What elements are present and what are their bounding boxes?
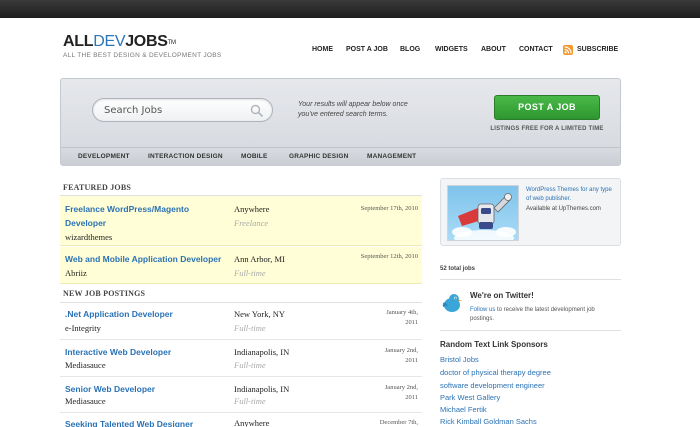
job-location: Anywhere (234, 204, 270, 214)
job-title-link[interactable]: Freelance WordPress/Magento Developer (65, 202, 230, 230)
nav-home[interactable]: HOME (312, 45, 333, 55)
divider (440, 330, 621, 331)
category-bar: DEVELOPMENT INTERACTION DESIGN MOBILE GR… (61, 147, 620, 166)
nav-subscribe[interactable]: SUBSCRIBE (577, 45, 618, 55)
ad-subtext: Available at UpThemes.com (526, 206, 601, 212)
job-title-link[interactable]: Interactive Web Developer (65, 345, 230, 359)
job-company: wizardthemes (65, 232, 113, 242)
job-type: Full-time (234, 323, 266, 333)
nav-blog[interactable]: BLOG (400, 45, 420, 55)
search-icon[interactable] (250, 104, 264, 118)
category-interaction-design[interactable]: INTERACTION DESIGN (148, 153, 223, 160)
sponsor-link[interactable]: Park West Gallery (440, 393, 500, 402)
divider (440, 279, 621, 280)
job-date: December 7th, (379, 419, 418, 426)
job-company: e-Integrity (65, 323, 101, 333)
category-mobile[interactable]: MOBILE (241, 153, 267, 160)
job-date: January 4th, 2011 (386, 309, 418, 326)
job-title-link[interactable]: Seeking Talented Web Designer (65, 417, 240, 427)
table-row[interactable]: Freelance WordPress/Magento Developer wi… (60, 196, 422, 246)
job-date: January 2nd, 2011 (384, 347, 418, 364)
sponsor-link[interactable]: Bristol Jobs (440, 355, 479, 364)
job-type: Full-time (234, 396, 266, 406)
sponsor-link[interactable]: doctor of physical therapy degree (440, 368, 551, 377)
search-input[interactable] (104, 103, 244, 118)
main-nav: HOME POST A JOB BLOG WIDGETS ABOUT CONTA… (0, 45, 700, 57)
ad-headline[interactable]: WordPress Themes for any type of web pub… (526, 186, 618, 204)
nav-about[interactable]: ABOUT (481, 45, 506, 55)
job-type: Full-time (234, 360, 266, 370)
category-graphic-design[interactable]: GRAPHIC DESIGN (289, 153, 349, 160)
job-location: New York, NY (234, 309, 286, 319)
search-box (92, 98, 273, 122)
table-row[interactable]: Seeking Talented Web Designer Anywhere D… (60, 414, 422, 427)
nav-post-a-job[interactable]: POST A JOB (346, 45, 388, 55)
table-row[interactable]: Senior Web Developer Mediasauce Indianap… (60, 378, 422, 413)
job-type: Full-time (234, 268, 266, 278)
total-jobs-count: 52 total jobs (440, 266, 476, 272)
job-location: Anywhere (234, 418, 270, 427)
job-title-link[interactable]: Senior Web Developer (65, 382, 230, 396)
search-panel: Your results will appear below once you'… (60, 78, 621, 166)
sponsor-link[interactable]: software development engineer (440, 381, 545, 390)
new-postings-heading: NEW JOB POSTINGS (63, 289, 146, 298)
rss-icon[interactable] (563, 45, 573, 55)
twitter-heading: We're on Twitter! (470, 291, 534, 300)
post-a-job-button[interactable]: POST A JOB (494, 95, 600, 120)
twitter-text: Follow us to receive the latest developm… (470, 307, 595, 322)
post-job-note: LISTINGS FREE FOR A LIMITED TIME (490, 126, 604, 132)
twitter-bird-icon[interactable] (440, 291, 464, 315)
search-hint: Your results will appear below once you'… (298, 101, 408, 118)
job-date: September 17th, 2010 (360, 205, 418, 212)
job-date: September 12th, 2010 (360, 253, 418, 260)
ad-mascot-image[interactable] (447, 185, 519, 241)
nav-widgets[interactable]: WIDGETS (435, 45, 468, 55)
category-development[interactable]: DEVELOPMENT (78, 153, 130, 160)
job-company: Mediasauce (65, 396, 106, 406)
job-location: Indianapolis, IN (234, 347, 290, 357)
sponsor-link[interactable]: Rick Kimball Goldman Sachs (440, 417, 537, 426)
job-title-link[interactable]: .Net Application Developer (65, 307, 230, 321)
table-row[interactable]: Interactive Web Developer Mediasauce Ind… (60, 341, 422, 377)
twitter-follow-link[interactable]: Follow us (470, 307, 495, 313)
job-company: Mediasauce (65, 360, 106, 370)
sponsors-heading: Random Text Link Sponsors (440, 340, 548, 349)
browser-top-bar (0, 0, 700, 18)
job-date: January 2nd, 2011 (384, 384, 418, 401)
job-location: Indianapolis, IN (234, 384, 290, 394)
nav-contact[interactable]: CONTACT (519, 45, 553, 55)
category-management[interactable]: MANAGEMENT (367, 153, 416, 160)
job-title-link[interactable]: Web and Mobile Application Developer (65, 252, 240, 266)
sponsor-ad[interactable]: WordPress Themes for any type of web pub… (440, 178, 621, 246)
job-type: Freelance (234, 218, 269, 228)
job-location: Ann Arbor, MI (234, 254, 285, 264)
table-row[interactable]: .Net Application Developer e-Integrity N… (60, 303, 422, 340)
featured-jobs-heading: FEATURED JOBS (63, 183, 132, 192)
table-row[interactable]: Web and Mobile Application Developer Abr… (60, 247, 422, 284)
job-company: Abriiz (65, 268, 87, 278)
sponsor-link[interactable]: Michael Fertik (440, 405, 487, 414)
